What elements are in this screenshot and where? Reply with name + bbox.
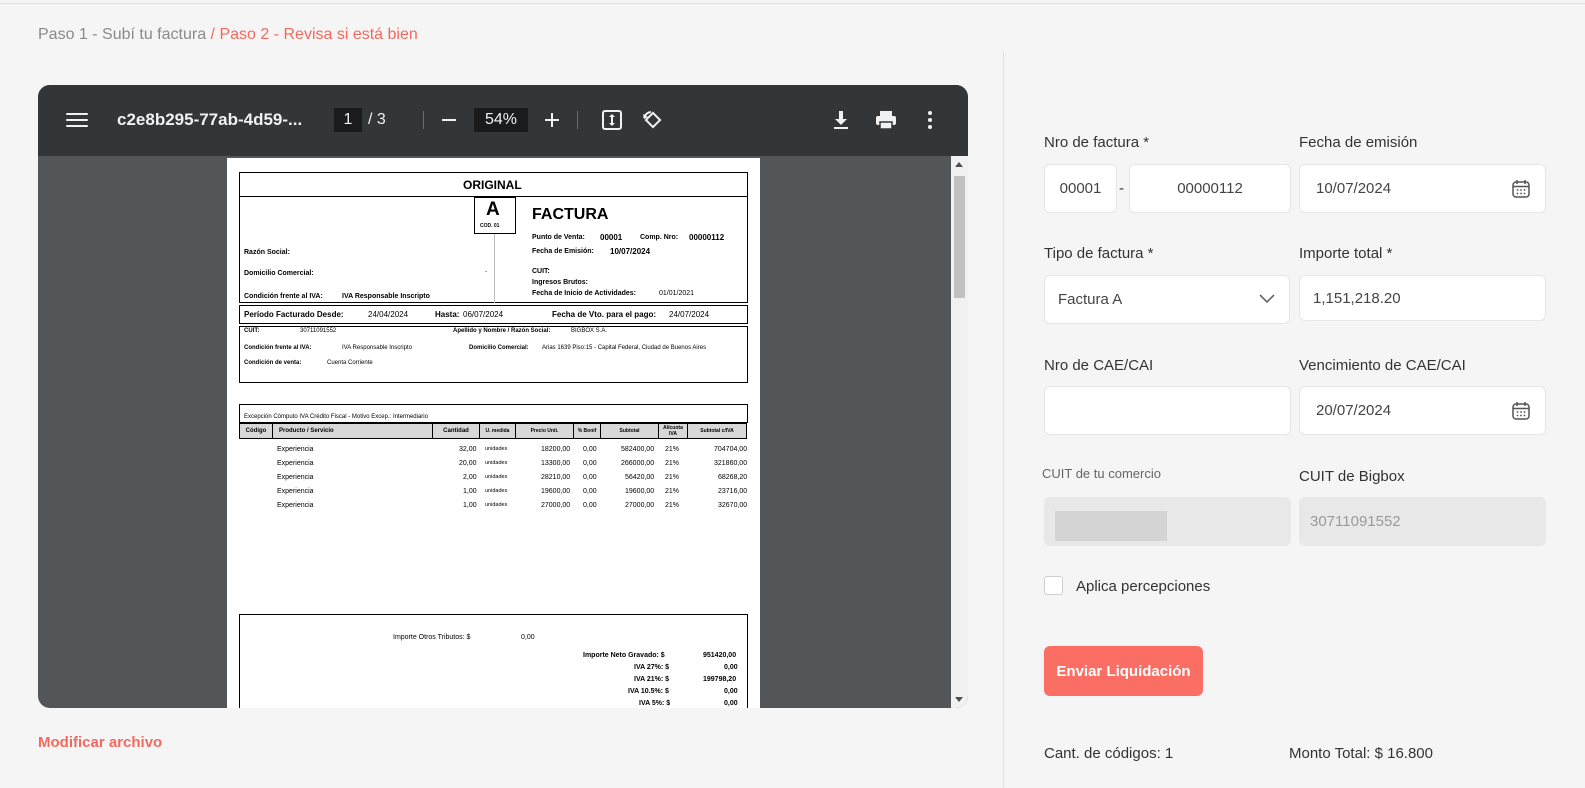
cae-label: Nro de CAE/CAI (1044, 357, 1154, 374)
enviar-liquidacion-button[interactable]: Enviar Liquidación (1044, 646, 1203, 696)
zoom-out-icon[interactable] (436, 107, 462, 133)
tipo-factura-value: Factura A (1058, 291, 1123, 308)
pdf-viewer: c2e8b295-77ab-4d59-... 1 / 3 54% ORIGINA… (38, 85, 968, 708)
scroll-thumb[interactable] (954, 176, 965, 298)
pdf-filename: c2e8b295-77ab-4d59-... (117, 110, 303, 129)
fit-page-icon[interactable] (599, 107, 625, 133)
items-table-header: Código Producto / Servicio Cantidad U. m… (239, 423, 747, 439)
cuit-comercio-input (1044, 497, 1291, 546)
invoice-code: COD. 01 (480, 223, 500, 229)
vencimiento-cae-value: 20/07/2024 (1316, 402, 1392, 419)
cant-codigos: Cant. de códigos: 1 (1044, 745, 1174, 762)
page-total: / 3 (368, 111, 386, 128)
breadcrumb-separator: / (210, 26, 215, 43)
invoice-letter: A (486, 199, 500, 220)
pdf-scrollbar[interactable] (951, 156, 968, 708)
pdf-page: ORIGINAL A COD. 01 FACTURA Punto de Vent… (227, 158, 760, 708)
zoom-level-input[interactable]: 54% (474, 108, 528, 132)
monto-total: Monto Total: $ 16.800 (1289, 745, 1433, 762)
cuit-bigbox-input: 30711091552 (1299, 497, 1546, 546)
tipo-factura-select[interactable]: Factura A (1044, 275, 1290, 324)
pdf-toolbar: c2e8b295-77ab-4d59-... 1 / 3 54% (38, 85, 968, 156)
fecha-emision-input[interactable]: 10/07/2024 (1299, 164, 1546, 213)
top-divider (0, 3, 1585, 4)
rotate-icon[interactable] (639, 107, 665, 133)
toolbar-separator (577, 111, 578, 129)
calendar-icon[interactable] (1511, 179, 1531, 199)
otros-tributos-value: 0,00 (521, 634, 535, 641)
vencimiento-cae-input[interactable]: 20/07/2024 (1299, 386, 1546, 435)
download-icon[interactable] (828, 107, 854, 133)
nro-factura-label: Nro de factura * (1044, 134, 1150, 151)
col-cantidad: Cantidad (433, 424, 480, 438)
vencimiento-cae-label: Vencimiento de CAE/CAI (1299, 357, 1466, 374)
col-codigo: Código (240, 424, 273, 438)
table-row: Experiencia 1,00 unidades 19600,00 0,00 19600… (277, 488, 748, 495)
breadcrumb: Paso 1 - Subí tu factura / Paso 2 - Revi… (38, 26, 418, 44)
punto-venta-input[interactable]: 00001 (1044, 164, 1117, 213)
client-box (239, 326, 748, 383)
col-alicuota: Alícuota IVA (659, 424, 688, 438)
table-row: Experiencia 1,00 unidades 27000,00 0,00 27000… (277, 502, 748, 509)
modify-file-link[interactable]: Modificar archivo (38, 734, 162, 751)
chevron-down-icon (1259, 294, 1275, 304)
cuit-comercio-label: CUIT de tu comercio (1042, 466, 1161, 481)
col-subtotal-iva: Subtotal c/IVA (700, 428, 734, 434)
redacted-block (1055, 511, 1167, 541)
numero-factura-input[interactable]: 00000112 (1129, 164, 1291, 213)
toolbar-separator (423, 111, 424, 129)
menu-icon[interactable] (66, 109, 88, 131)
importe-total-label: Importe total * (1299, 245, 1393, 262)
print-icon[interactable] (873, 107, 899, 133)
scroll-up-icon[interactable] (955, 162, 963, 167)
col-producto: Producto / Servicio (273, 424, 433, 438)
table-row: Experiencia 32,00 unidades 18200,00 0,00 5824… (277, 446, 748, 453)
cuit-bigbox-label: CUIT de Bigbox (1299, 468, 1405, 485)
col-precio: Precio Unit. (516, 424, 574, 438)
page-number-input[interactable]: 1 (334, 108, 362, 132)
original-label: ORIGINAL (463, 178, 522, 192)
fecha-emision-value: 10/07/2024 (1316, 180, 1392, 197)
nro-factura-separator: - (1119, 180, 1124, 197)
breadcrumb-step-1[interactable]: Paso 1 - Subí tu factura (38, 26, 206, 43)
more-icon[interactable] (917, 107, 943, 133)
tipo-factura-label: Tipo de factura * (1044, 245, 1154, 262)
table-row: Experiencia 2,00 unidades 28210,00 0,00 56420… (277, 474, 748, 481)
invoice-title: FACTURA (532, 206, 609, 223)
zoom-in-icon[interactable] (539, 107, 565, 133)
importe-total-input[interactable]: 1,151,218.20 (1299, 275, 1546, 321)
col-subtotal: Subtotal (601, 424, 659, 438)
breadcrumb-step-2: Paso 2 - Revisa si está bien (219, 26, 418, 43)
percepciones-label[interactable]: Aplica percepciones (1076, 578, 1210, 595)
percepciones-checkbox[interactable] (1044, 576, 1063, 595)
table-row: Experiencia 20,00 unidades 13300,00 0,00 2660… (277, 460, 748, 467)
scroll-down-icon[interactable] (955, 697, 963, 702)
fecha-emision-label: Fecha de emisión (1299, 134, 1418, 151)
cae-input[interactable] (1044, 386, 1291, 435)
totals-box (239, 614, 748, 708)
pdf-page-area[interactable]: ORIGINAL A COD. 01 FACTURA Punto de Vent… (38, 156, 951, 708)
column-divider (1003, 52, 1004, 788)
calendar-icon[interactable] (1511, 401, 1531, 421)
col-bonif: % Bonif (574, 424, 601, 438)
otros-tributos-label: Importe Otros Tributos: $ (393, 634, 471, 641)
col-unidad: U. medida (480, 424, 516, 438)
